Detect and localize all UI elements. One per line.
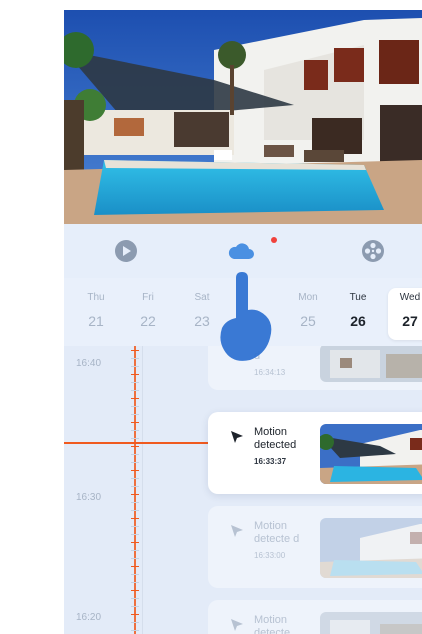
cloud-recordings-button[interactable] (226, 236, 256, 266)
event-title: Motion detecte (254, 614, 291, 634)
date-item[interactable]: Thu 21 (74, 288, 118, 340)
timeline-tick (131, 574, 139, 575)
date-item-selected[interactable]: Wed 27 (388, 288, 422, 340)
timeline-tick (131, 390, 139, 391)
timeline-tick (131, 526, 139, 527)
event-timestamp: 16:33:37 (254, 457, 287, 466)
timeline-tick (131, 510, 139, 511)
timeline-tick (131, 502, 139, 503)
timeline-tick (131, 422, 139, 423)
event-timestamp: 16:34:13 (254, 368, 286, 377)
timeline-tick (131, 582, 139, 583)
timeline-tick (131, 446, 139, 447)
timeline-divider (142, 346, 143, 634)
event-text: Motion detected 16:33:37 (254, 426, 318, 468)
timeline-tick (131, 550, 139, 551)
timeline-tick (131, 366, 139, 367)
timeline-tick (131, 630, 139, 631)
event-card-active[interactable]: Motion detected 16:33:37 (208, 412, 422, 494)
date-day-name: Tue (349, 292, 367, 303)
date-day-name: Wed (399, 292, 421, 303)
timeline-tick (131, 534, 139, 535)
date-item[interactable]: Fri 22 (126, 288, 170, 340)
playback-button[interactable] (111, 236, 141, 266)
event-thumbnail (320, 612, 422, 634)
playback-toolbar (64, 224, 422, 278)
date-day-number: 26 (350, 313, 366, 329)
timeline-tick (131, 430, 139, 431)
cloud-icon (228, 243, 254, 259)
app-screen: Thu 21 Fri 22 Sat 23 Mon 25 Tue 26 Wed 2… (64, 10, 422, 634)
event-card[interactable]: Motion detecte d 16:33:00 (208, 506, 422, 588)
timeline-tick (131, 622, 139, 623)
event-thumbnail (320, 424, 422, 484)
timeline-tick (131, 438, 139, 439)
date-day-name: Fri (142, 292, 154, 303)
date-day-number: 27 (402, 313, 418, 329)
date-item[interactable]: Mon 25 (286, 288, 330, 340)
cursor-arrow-icon (231, 619, 243, 631)
timeline-tick (131, 598, 139, 599)
film-reel-button[interactable] (358, 236, 388, 266)
timeline-tick (131, 398, 139, 399)
timeline-tick (131, 590, 139, 591)
event-text: Motion detecte d 16:33:00 (254, 520, 318, 562)
timeline-tick (131, 542, 139, 543)
event-title: Motion detected (254, 426, 297, 451)
timeline-time-label: 16:30 (76, 492, 102, 503)
timeline-time-label: 16:40 (76, 358, 102, 369)
timeline-tick (131, 606, 139, 607)
timeline-tick (131, 566, 139, 567)
timeline-tick (131, 614, 139, 615)
timeline-tick (131, 478, 139, 479)
event-card[interactable]: Motion detecte (208, 600, 422, 634)
event-timeline[interactable]: 16:40 16:30 16:20 d 16:34:13 (64, 346, 422, 634)
timeline-time-label: 16:20 (76, 612, 102, 623)
event-thumbnail (320, 346, 422, 382)
timeline-tick (131, 414, 139, 415)
date-item[interactable]: Tue 26 (336, 288, 380, 340)
date-day-name: Thu (87, 292, 105, 303)
camera-feed[interactable] (64, 10, 422, 224)
event-thumbnail (320, 518, 422, 578)
pointing-hand-icon (220, 272, 272, 361)
date-day-number: 25 (300, 313, 316, 329)
timeline-tick (131, 518, 139, 519)
timeline-tick (131, 494, 139, 495)
timeline-tick (131, 486, 139, 487)
timeline-ticks (128, 346, 142, 634)
timeline-tick (131, 454, 139, 455)
date-day-number: 22 (140, 313, 156, 329)
date-day-number: 21 (88, 313, 104, 329)
event-timestamp: 16:33:00 (254, 551, 286, 560)
event-text: Motion detecte (254, 614, 318, 634)
timeline-tick (131, 350, 139, 351)
current-time-marker[interactable] (64, 442, 214, 444)
cursor-arrow-icon (231, 525, 243, 537)
timeline-tick (131, 462, 139, 463)
timeline-tick (131, 382, 139, 383)
cursor-arrow-icon (231, 431, 243, 443)
notification-dot (271, 237, 277, 243)
timeline-tick (131, 470, 139, 471)
timeline-tick (131, 558, 139, 559)
timeline-tick (131, 374, 139, 375)
timeline-tick (131, 358, 139, 359)
event-title: Motion detecte d (254, 520, 300, 545)
date-day-name: Mon (298, 292, 318, 303)
play-circle-icon (115, 240, 137, 262)
timeline-tick (131, 406, 139, 407)
film-reel-icon (362, 240, 384, 262)
